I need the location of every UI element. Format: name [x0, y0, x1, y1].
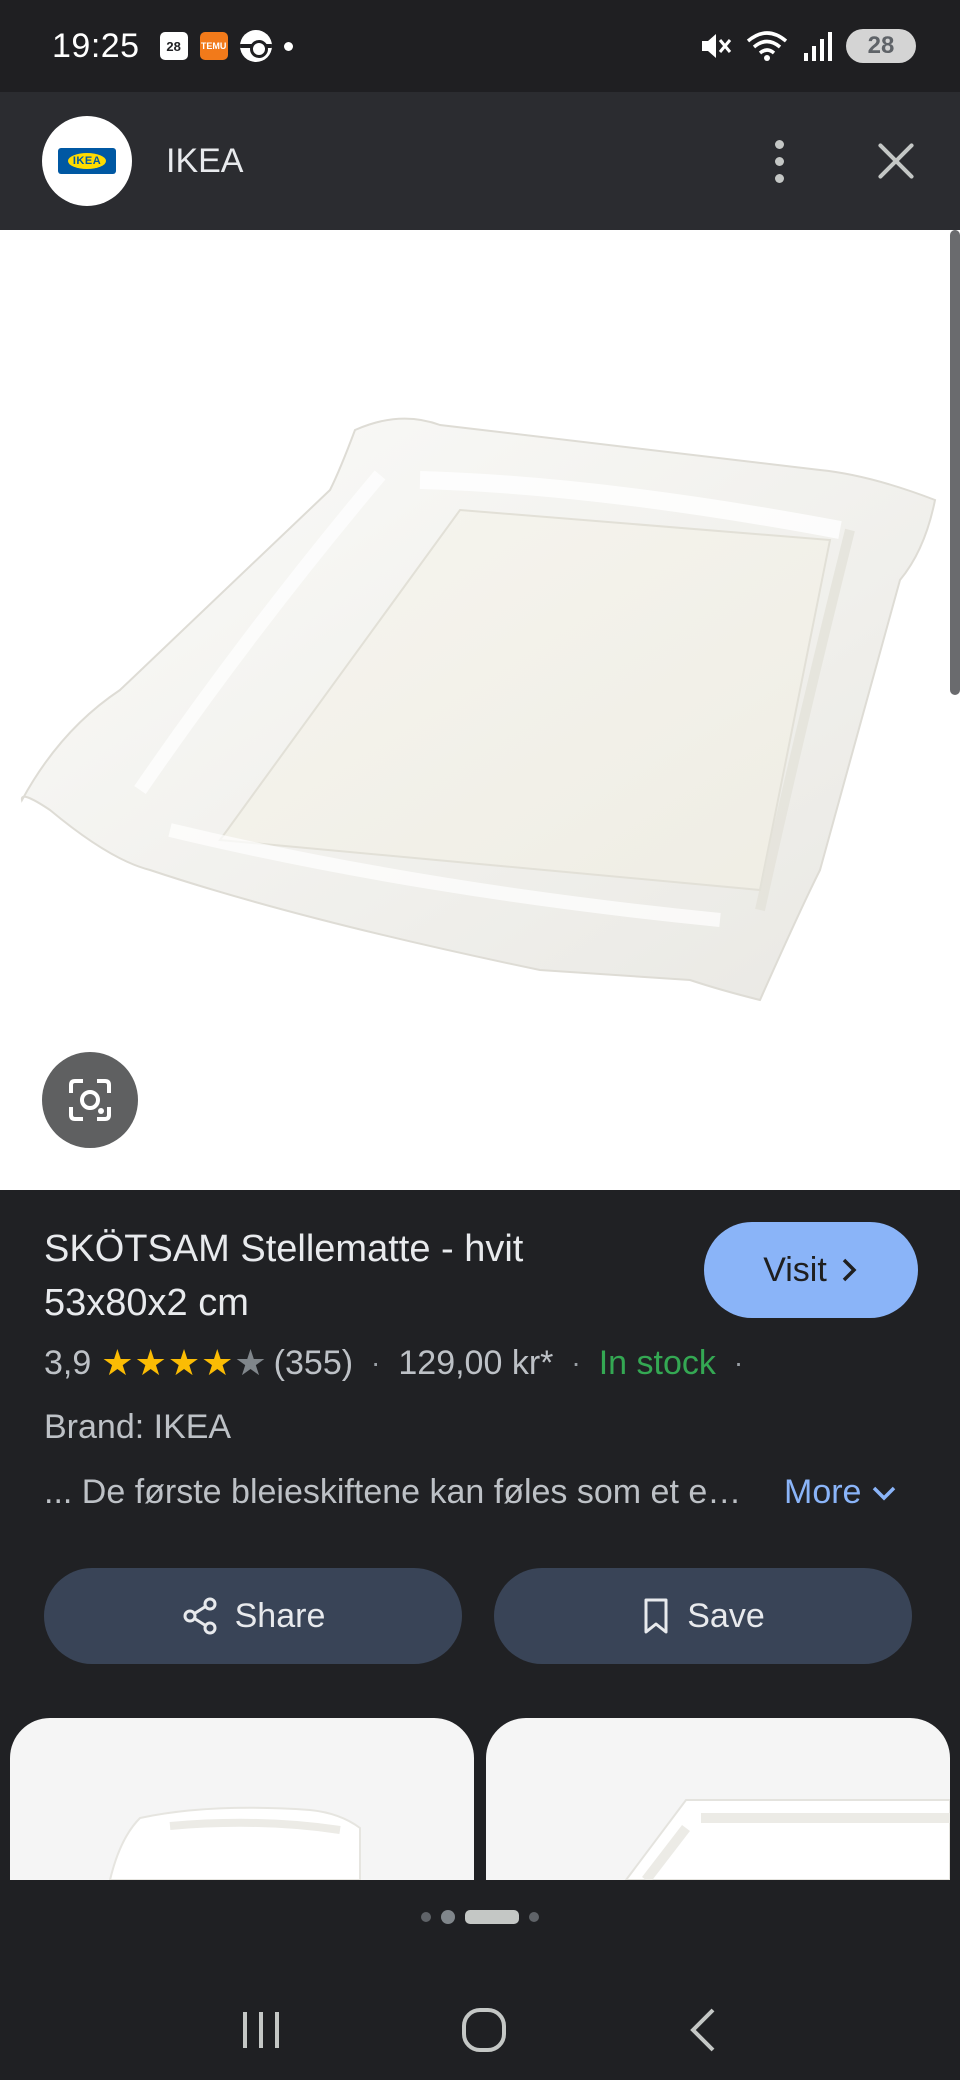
separator: ·: [733, 1347, 744, 1378]
lens-icon: [69, 1079, 111, 1121]
more-button[interactable]: More: [784, 1473, 897, 1512]
star-empty-icon: ★: [234, 1342, 268, 1383]
status-time: 19:25: [52, 26, 140, 65]
visit-label: Visit: [763, 1250, 827, 1289]
share-label: Share: [234, 1596, 326, 1635]
system-nav-bar: [0, 1980, 960, 2080]
pokeball-icon: [239, 30, 272, 62]
calendar-icon: 28: [159, 32, 188, 60]
product-title: SKÖTSAM Stellematte - hvit 53x80x2 cm: [44, 1228, 524, 1324]
wifi-icon: [746, 31, 788, 61]
star-filled-icon: ★: [167, 1342, 202, 1383]
description-text: ... De første bleieskiftene kan føles so…: [44, 1473, 754, 1511]
related-product-image: [108, 1806, 361, 1880]
save-button[interactable]: Save: [494, 1568, 912, 1664]
share-button[interactable]: Share: [44, 1568, 462, 1664]
product-image[interactable]: [0, 230, 960, 1190]
recent-apps-icon[interactable]: [239, 2008, 283, 2052]
separator: ·: [371, 1347, 381, 1378]
google-lens-button[interactable]: [42, 1052, 138, 1148]
brand-label: Brand: IKEA: [44, 1408, 232, 1446]
save-label: Save: [687, 1596, 765, 1635]
chevron-down-icon: [873, 1486, 896, 1500]
price: 129,00 kr*: [398, 1343, 554, 1382]
star-filled-icon: ★: [101, 1342, 135, 1383]
separator: ·: [571, 1347, 581, 1378]
carousel-pager: [0, 1910, 960, 1924]
related-product-image: [624, 1799, 950, 1880]
more-options-icon[interactable]: [764, 139, 794, 183]
share-icon: [183, 1597, 217, 1635]
mute-icon: [702, 34, 732, 58]
battery-icon: 28: [846, 29, 916, 63]
scrollbar[interactable]: [950, 230, 960, 695]
site-logo[interactable]: IKEA: [42, 116, 132, 206]
status-bar: 19:25 28 TEMU 28: [0, 0, 960, 92]
review-count[interactable]: (355): [274, 1344, 353, 1383]
related-product-card[interactable]: [10, 1718, 474, 1880]
more-label: More: [784, 1473, 862, 1511]
close-icon[interactable]: [874, 139, 918, 183]
star-filled-icon: ★: [201, 1342, 235, 1383]
site-name: IKEA: [166, 141, 244, 180]
description-row: ... De første bleieskiftene kan føles so…: [44, 1473, 924, 1512]
notification-icons: 28 TEMU: [159, 30, 293, 62]
visit-button[interactable]: Visit: [704, 1222, 918, 1318]
pager-dot[interactable]: [421, 1912, 431, 1922]
changing-mat-illustration: [20, 417, 937, 1002]
header-actions: [764, 139, 918, 183]
pager-dot-active[interactable]: [465, 1910, 519, 1924]
rating-value: 3,9: [44, 1343, 92, 1382]
ikea-logo-icon: IKEA: [58, 148, 116, 174]
stock-status: In stock: [598, 1343, 716, 1382]
rating-stars: ★ ★ ★ ★ ★: [101, 1342, 267, 1384]
chevron-right-icon: [842, 1258, 857, 1282]
bottom-area: [0, 1880, 960, 2080]
related-product-card[interactable]: [486, 1718, 950, 1880]
signal-icon: [804, 32, 832, 61]
temu-icon: TEMU: [199, 32, 228, 60]
pager-dot[interactable]: [529, 1912, 539, 1922]
rating-price-row: 3,9 ★ ★ ★ ★ ★ (355) · 129,00 kr* · In stock …: [44, 1338, 761, 1388]
bookmark-icon: [644, 1598, 668, 1634]
notification-dot-icon: [283, 41, 293, 51]
system-icons: 28: [698, 29, 916, 63]
star-filled-icon: ★: [134, 1342, 168, 1383]
app-header: IKEA IKEA: [0, 92, 960, 230]
pager-dot[interactable]: [441, 1910, 455, 1924]
back-icon[interactable]: [685, 2006, 721, 2054]
home-icon[interactable]: [460, 2006, 508, 2054]
